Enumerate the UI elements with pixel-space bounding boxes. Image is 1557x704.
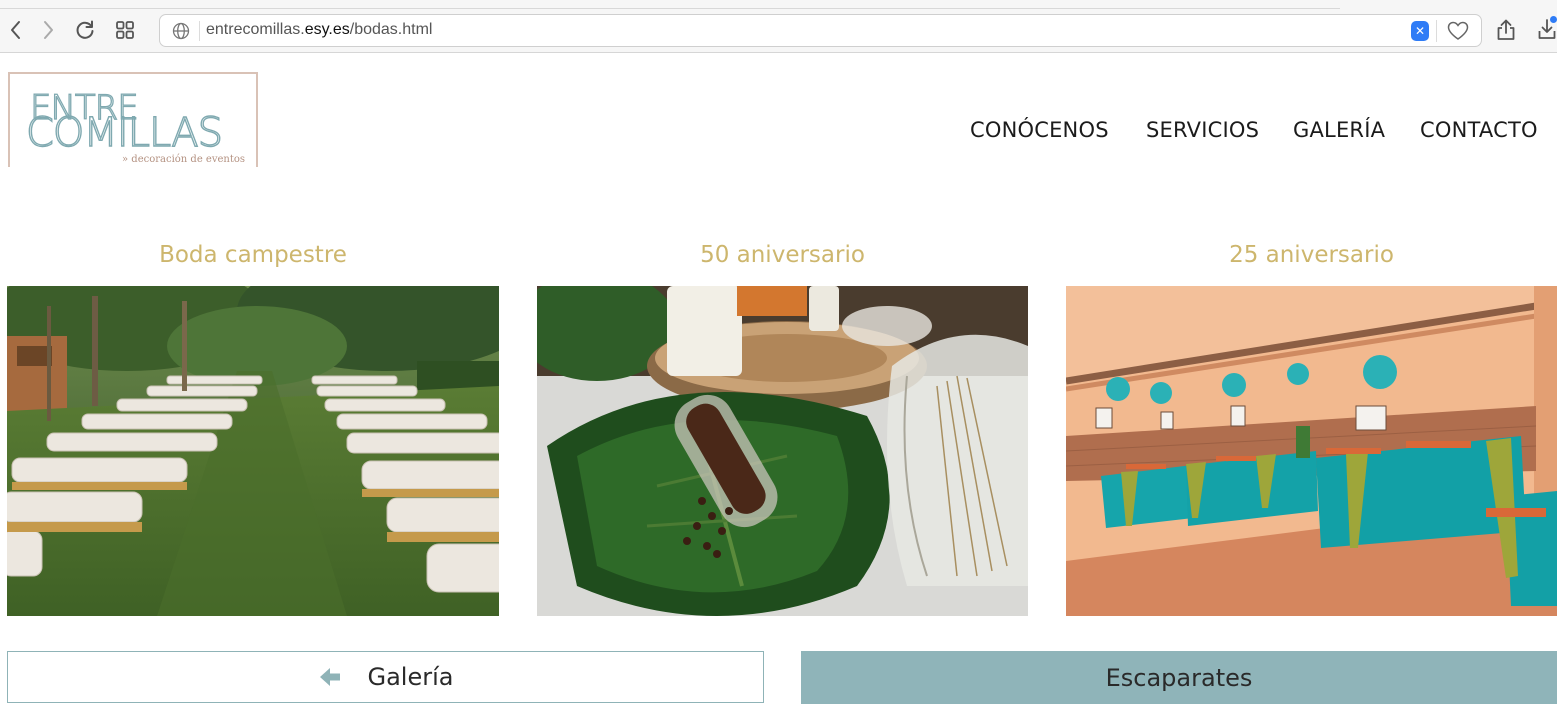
forward-button[interactable]: [35, 17, 61, 43]
toolbar-divider: [0, 8, 1340, 9]
url-divider-2: [1436, 20, 1437, 42]
address-bar[interactable]: entrecomillas.esy.es/bodas.html ✕: [159, 14, 1482, 47]
main-navigation: CONÓCENOS SERVICIOS GALERÍA CONTACTO: [0, 118, 1557, 148]
nav-servicios[interactable]: SERVICIOS: [1146, 118, 1259, 142]
nav-contacto[interactable]: CONTACTO: [1420, 118, 1538, 142]
card-title-50-aniversario: 50 aniversario: [700, 242, 865, 268]
anniversary-table-photo: [537, 286, 1028, 616]
url-domain: esy.es: [304, 21, 350, 38]
browser-toolbar: entrecomillas.esy.es/bodas.html ✕: [0, 0, 1557, 53]
card-image-boda-campestre[interactable]: [7, 286, 499, 616]
card-title-boda-campestre: Boda campestre: [159, 242, 347, 268]
chevron-right-icon: [44, 21, 53, 39]
extension-icon[interactable]: ✕: [1411, 21, 1429, 41]
chevron-left-icon: [11, 21, 20, 39]
card-title-25-aniversario: 25 aniversario: [1229, 242, 1394, 268]
escaparates-label: Escaparates: [1105, 663, 1253, 692]
grid-icon: [116, 21, 134, 39]
patio-buffet-photo: [1066, 286, 1557, 616]
url-path: /bodas.html: [349, 21, 433, 38]
gallery-back-label: Galería: [367, 663, 454, 691]
heart-icon[interactable]: [1447, 21, 1469, 41]
gallery-back-button[interactable]: Galería: [7, 651, 764, 703]
card-image-50-aniversario[interactable]: [537, 286, 1028, 616]
nav-conocenos[interactable]: CONÓCENOS: [970, 118, 1109, 142]
download-badge: [1550, 16, 1557, 23]
reload-button[interactable]: [72, 17, 98, 43]
back-button[interactable]: [3, 17, 29, 43]
arrow-left-icon: [319, 668, 340, 686]
logo-tagline: » decoración de eventos: [120, 154, 248, 165]
reload-icon: [76, 20, 94, 39]
url-text[interactable]: entrecomillas.esy.es/bodas.html: [206, 21, 432, 39]
nav-galeria[interactable]: GALERÍA: [1293, 118, 1385, 142]
share-icon[interactable]: [1496, 19, 1516, 41]
url-prefix: entrecomillas.: [206, 21, 305, 38]
escaparates-button[interactable]: Escaparates: [801, 651, 1557, 704]
tabs-overview-button[interactable]: [112, 17, 138, 43]
globe-icon: [172, 22, 190, 40]
card-image-25-aniversario[interactable]: [1066, 286, 1557, 616]
url-divider: [199, 21, 200, 41]
wedding-garden-photo: [7, 286, 499, 616]
